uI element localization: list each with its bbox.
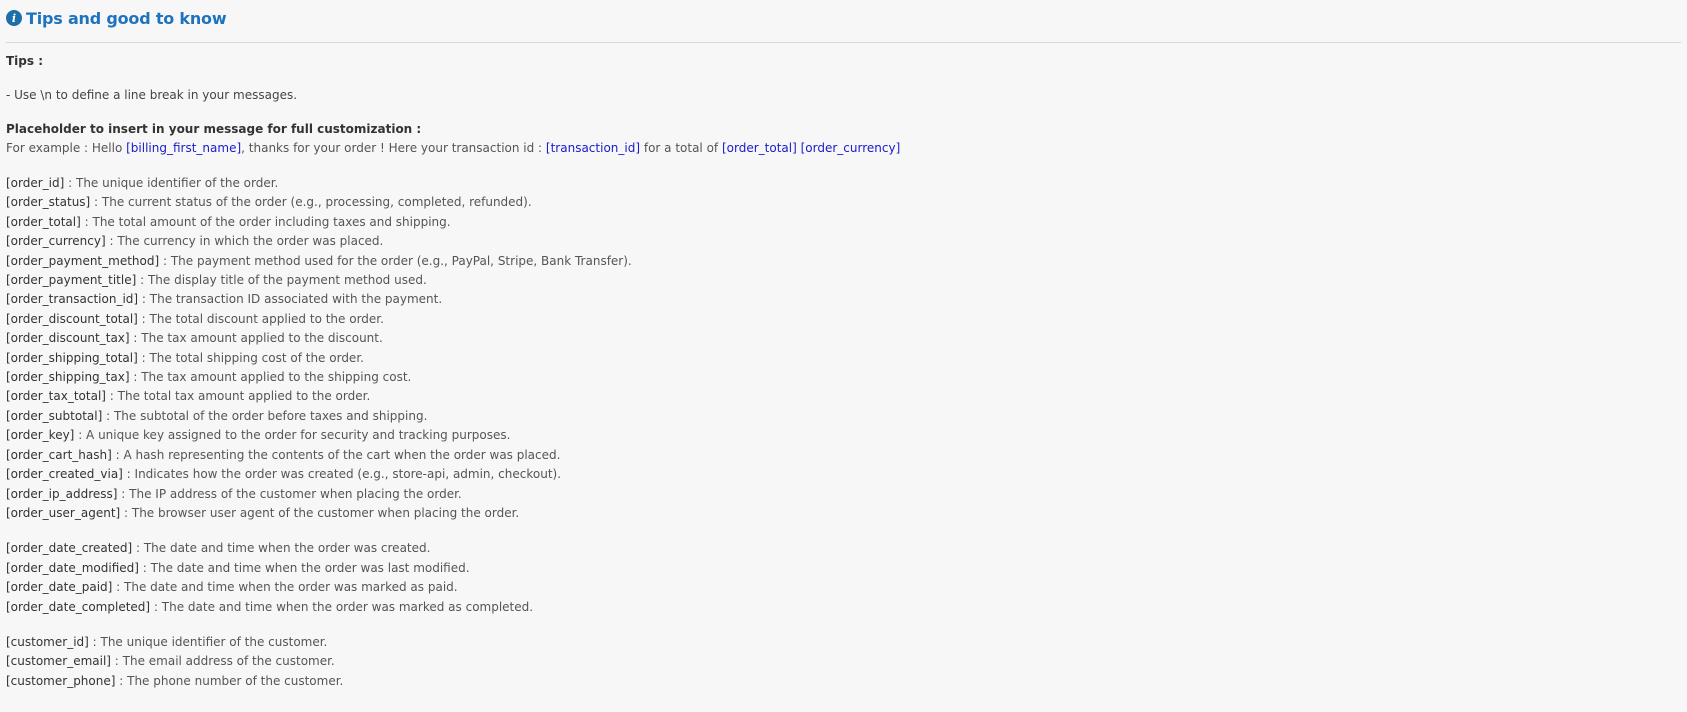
section-header: i Tips and good to know: [6, 8, 1681, 28]
placeholder-description: : The IP address of the customer when pl…: [117, 486, 462, 501]
list-item: [order_total] : The total amount of the …: [6, 213, 1681, 232]
info-icon: i: [6, 10, 22, 26]
placeholder-key: [order_key]: [6, 428, 75, 443]
placeholder-description: : The browser user agent of the customer…: [120, 505, 520, 520]
list-item: [order_user_agent] : The browser user ag…: [6, 504, 1681, 523]
list-item: [order_date_created] : The date and time…: [6, 539, 1681, 558]
placeholder-key: [order_date_completed]: [6, 599, 151, 614]
list-item: [order_tax_total] : The total tax amount…: [6, 387, 1681, 406]
placeholder-description: : The currency in which the order was pl…: [105, 234, 384, 249]
placeholder-key: [order_payment_title]: [6, 273, 137, 288]
example-text: for a total of: [640, 141, 722, 155]
placeholder-description: : A unique key assigned to the order for…: [74, 428, 511, 443]
placeholder-description: : The total amount of the order includin…: [80, 214, 451, 229]
placeholder-description: : The email address of the customer.: [110, 654, 335, 669]
placeholder-heading: Placeholder to insert in your message fo…: [6, 122, 422, 136]
list-item: [order_shipping_total] : The total shipp…: [6, 349, 1681, 368]
placeholder-description: : The subtotal of the order before taxes…: [102, 408, 428, 423]
list-item: [customer_id] : The unique identifier of…: [6, 633, 1681, 652]
placeholder-description: : The display title of the payment metho…: [136, 273, 427, 288]
placeholder-group: [order_date_created] : The date and time…: [6, 539, 1681, 617]
list-item: [order_payment_title] : The display titl…: [6, 271, 1681, 290]
list-item: [customer_phone] : The phone number of t…: [6, 672, 1681, 691]
tips-heading: Tips :: [6, 54, 44, 68]
divider: [6, 42, 1681, 43]
list-item: [order_ip_address] : The IP address of t…: [6, 485, 1681, 504]
example-text: , thanks for your order ! Here your tran…: [241, 141, 546, 155]
placeholder-description: : The total discount applied to the orde…: [137, 311, 384, 326]
list-item: [order_created_via] : Indicates how the …: [6, 465, 1681, 484]
tip-line-break: - Use \n to define a line break in your …: [6, 88, 298, 102]
placeholder-key: [customer_id]: [6, 634, 89, 649]
placeholder-description: : The date and time when the order was c…: [132, 541, 431, 556]
placeholder-key: [order_id]: [6, 176, 65, 190]
placeholder-group: [order_id] : The unique identifier of th…: [6, 174, 1681, 523]
placeholder-token: [billing_first_name]: [126, 141, 242, 155]
list-item: [order_discount_tax] : The tax amount ap…: [6, 329, 1681, 348]
placeholder-token: [order_currency]: [800, 141, 901, 155]
placeholder-description: : The date and time when the order was l…: [138, 560, 470, 575]
list-item: [customer_email] : The email address of …: [6, 652, 1681, 671]
placeholder-key: [order_discount_total]: [6, 311, 138, 326]
placeholder-description: : The tax amount applied to the shipping…: [129, 370, 412, 385]
list-item: [order_currency] : The currency in which…: [6, 232, 1681, 251]
placeholder-description: : The tax amount applied to the discount…: [129, 331, 383, 346]
placeholder-group: [customer_id] : The unique identifier of…: [6, 633, 1681, 691]
placeholder-description: : The phone number of the customer.: [115, 673, 344, 688]
placeholder-key: [customer_email]: [6, 654, 111, 669]
placeholder-key: [order_shipping_total]: [6, 350, 138, 365]
placeholder-description: : The total shipping cost of the order.: [137, 350, 364, 365]
example-text: Hello: [88, 141, 127, 155]
placeholder-key: [order_discount_tax]: [6, 331, 130, 346]
placeholder-description: : The payment method used for the order …: [159, 253, 632, 268]
list-item: [order_transaction_id] : The transaction…: [6, 290, 1681, 309]
placeholder-key: [order_tax_total]: [6, 389, 106, 404]
list-item: [order_subtotal] : The subtotal of the o…: [6, 407, 1681, 426]
tips-panel: i Tips and good to know Tips : - Use \n …: [0, 0, 1687, 691]
list-item: [order_discount_total] : The total disco…: [6, 310, 1681, 329]
list-item: [order_shipping_tax] : The tax amount ap…: [6, 368, 1681, 387]
list-item: [order_date_paid] : The date and time wh…: [6, 578, 1681, 597]
list-item: [order_payment_method] : The payment met…: [6, 252, 1681, 271]
placeholder-token: [transaction_id]: [545, 141, 641, 155]
placeholder-key: [order_transaction_id]: [6, 292, 139, 307]
list-item: [order_key] : A unique key assigned to t…: [6, 426, 1681, 445]
placeholder-description: : The current status of the order (e.g.,…: [90, 195, 532, 210]
placeholder-key: [order_created_via]: [6, 467, 123, 482]
placeholder-key: [order_date_modified]: [6, 560, 139, 575]
placeholder-description: : The date and time when the order was m…: [150, 599, 534, 614]
placeholder-key: [order_total]: [6, 214, 81, 229]
placeholder-description: : The unique identifier of the order.: [64, 176, 279, 190]
placeholder-key: [order_cart_hash]: [6, 447, 112, 462]
placeholder-description: : Indicates how the order was created (e…: [122, 467, 562, 482]
placeholder-key: [order_payment_method]: [6, 253, 160, 268]
placeholder-key: [order_shipping_tax]: [6, 370, 130, 385]
section-title: Tips and good to know: [26, 8, 227, 28]
placeholder-key: [customer_phone]: [6, 673, 116, 688]
placeholder-key: [order_date_paid]: [6, 580, 113, 595]
placeholder-key: [order_status]: [6, 195, 91, 210]
placeholder-list: [order_id] : The unique identifier of th…: [6, 174, 1681, 691]
list-item: [order_date_completed] : The date and ti…: [6, 598, 1681, 617]
example-label: For example :: [6, 141, 89, 155]
placeholder-key: [order_subtotal]: [6, 408, 103, 423]
placeholder-token: [order_total]: [721, 141, 797, 155]
placeholder-description: : The transaction ID associated with the…: [138, 292, 443, 307]
list-item: [order_cart_hash] : A hash representing …: [6, 446, 1681, 465]
placeholder-description: : A hash representing the contents of th…: [111, 447, 561, 462]
placeholder-key: [order_currency]: [6, 234, 106, 249]
placeholder-description: : The total tax amount applied to the or…: [105, 389, 371, 404]
list-item: [order_date_modified] : The date and tim…: [6, 559, 1681, 578]
placeholder-key: [order_user_agent]: [6, 505, 121, 520]
placeholder-example: For example : Hello [billing_first_name]…: [6, 138, 1681, 158]
placeholder-key: [order_ip_address]: [6, 486, 118, 501]
placeholder-description: : The unique identifier of the customer.: [88, 634, 328, 649]
list-item: [order_status] : The current status of t…: [6, 193, 1681, 212]
list-item: [order_id] : The unique identifier of th…: [6, 174, 1681, 193]
placeholder-description: : The date and time when the order was m…: [112, 580, 458, 595]
placeholder-key: [order_date_created]: [6, 541, 133, 556]
